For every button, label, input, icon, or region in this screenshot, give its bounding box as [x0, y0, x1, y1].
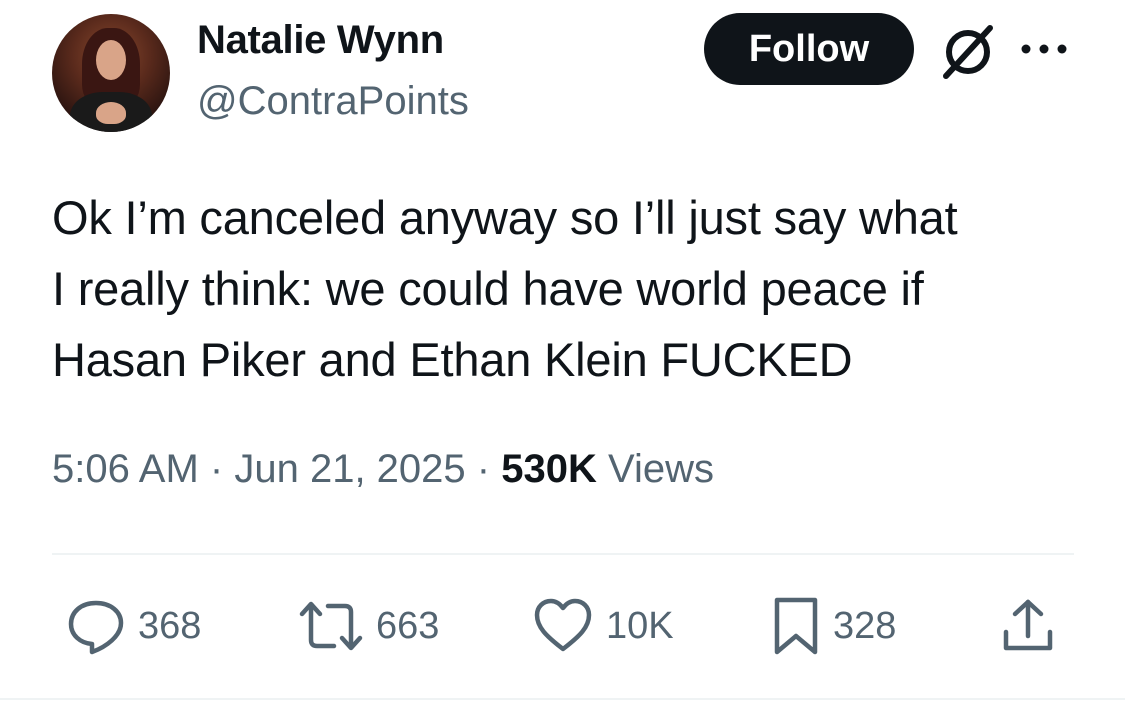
like-count: 10K	[606, 604, 674, 647]
reply-button[interactable]: 368	[66, 596, 201, 656]
author-handle[interactable]: @ContraPoints	[197, 79, 469, 124]
bookmark-icon	[774, 597, 818, 655]
avatar-face	[96, 40, 126, 80]
bottom-divider	[0, 698, 1125, 700]
tweet-text: Ok I’m canceled anyway so I’ll just say …	[52, 182, 1092, 395]
avatar-hands	[96, 102, 126, 124]
grok-icon[interactable]	[938, 22, 996, 80]
tweet-meta: 5:06 AM · Jun 21, 2025 · 530K Views	[52, 447, 714, 492]
repost-count: 663	[376, 604, 440, 647]
like-button[interactable]: 10K	[532, 596, 674, 656]
author-avatar[interactable]	[52, 14, 170, 132]
more-icon[interactable]	[1018, 38, 1070, 60]
meta-separator: ·	[476, 447, 491, 491]
share-icon	[1003, 599, 1053, 651]
repost-icon	[299, 601, 363, 651]
divider	[52, 553, 1074, 555]
bookmark-button[interactable]: 328	[771, 596, 896, 656]
reply-icon	[68, 600, 124, 655]
tweet-time[interactable]: 5:06 AM	[52, 447, 199, 491]
views-count: 530K	[501, 447, 597, 491]
tweet-date[interactable]: Jun 21, 2025	[234, 447, 465, 491]
bookmark-count: 328	[833, 604, 897, 647]
heart-icon	[534, 598, 592, 652]
follow-button[interactable]: Follow	[704, 13, 914, 85]
meta-separator: ·	[209, 447, 224, 491]
tweet-text-line: Hasan Piker and Ethan Klein FUCKED	[52, 333, 853, 386]
share-button[interactable]	[1000, 596, 1056, 656]
reply-count: 368	[138, 604, 202, 647]
repost-button[interactable]: 663	[298, 596, 439, 656]
views-label: Views	[607, 447, 714, 491]
tweet-text-line: Ok I’m canceled anyway so I’ll just say …	[52, 191, 958, 244]
tweet-text-line: I really think: we could have world peac…	[52, 262, 924, 315]
author-name[interactable]: Natalie Wynn	[197, 18, 444, 63]
